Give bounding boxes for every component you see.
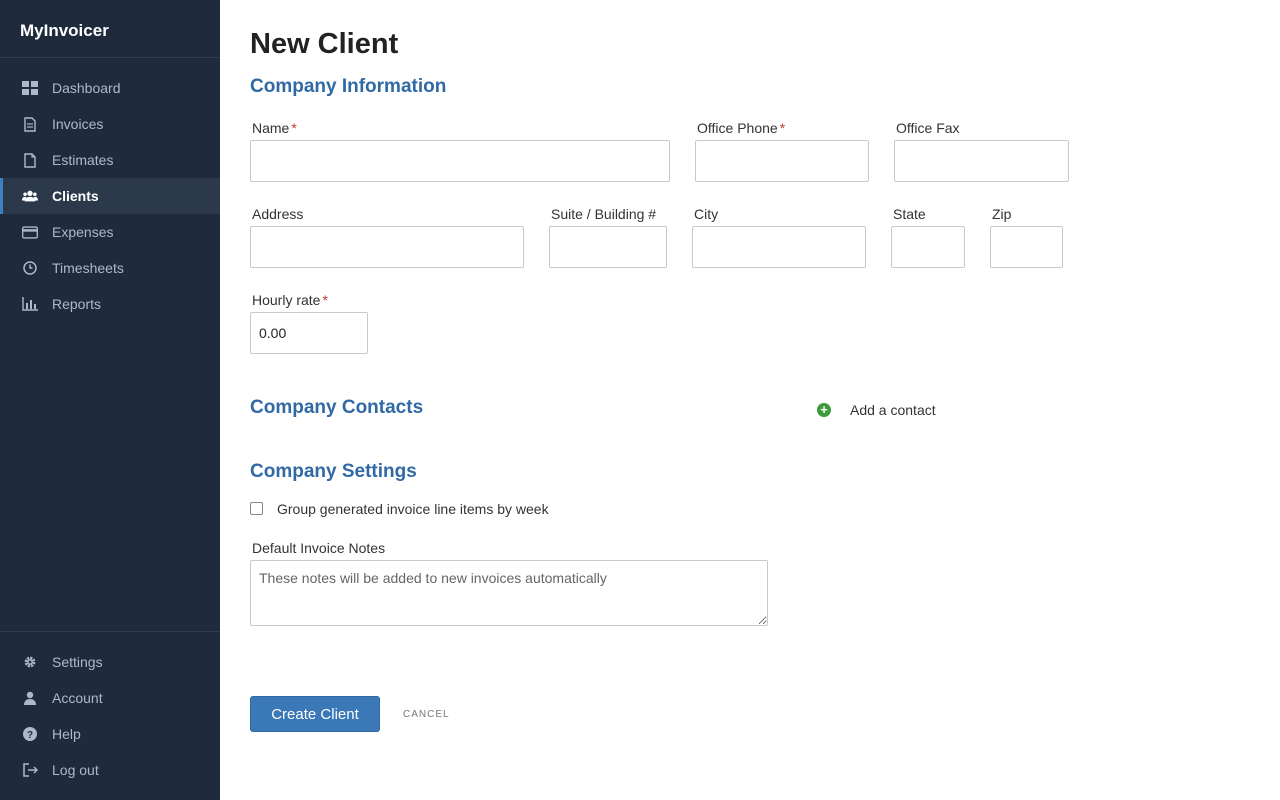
sidebar-item-invoices[interactable]: Invoices (0, 106, 220, 142)
bar-chart-icon (22, 297, 38, 311)
sidebar: MyInvoicer Dashboard Invoices Estimates … (0, 0, 220, 800)
city-label: City (694, 206, 719, 222)
logout-icon (22, 763, 38, 777)
section-title-company-information: Company Information (250, 76, 447, 97)
section-title-company-contacts: Company Contacts (250, 397, 424, 418)
state-field[interactable] (891, 226, 965, 268)
hourly-rate-label: Hourly rate * (252, 292, 328, 308)
sidebar-item-label: Settings (52, 654, 103, 670)
group-line-items-checkbox[interactable] (250, 502, 263, 515)
clock-icon (22, 261, 38, 275)
sidebar-item-label: Invoices (52, 116, 104, 132)
name-field[interactable] (250, 140, 670, 182)
sidebar-item-estimates[interactable]: Estimates (0, 142, 220, 178)
sidebar-item-clients[interactable]: Clients (0, 178, 220, 214)
address-label: Address (252, 206, 304, 222)
app-logo[interactable]: MyInvoicer (20, 21, 109, 41)
invoice-notes-field[interactable] (250, 560, 768, 626)
gear-icon (22, 655, 38, 669)
sidebar-divider (0, 57, 220, 58)
sidebar-item-label: Expenses (52, 224, 114, 240)
office-phone-label: Office Phone * (697, 120, 786, 136)
office-fax-field[interactable] (894, 140, 1069, 182)
sidebar-item-expenses[interactable]: Expenses (0, 214, 220, 250)
sidebar-item-reports[interactable]: Reports (0, 286, 220, 322)
invoice-icon (22, 116, 38, 132)
sidebar-item-dashboard[interactable]: Dashboard (0, 70, 220, 106)
credit-card-icon (22, 225, 38, 239)
user-icon (22, 691, 38, 705)
office-fax-label: Office Fax (896, 120, 960, 136)
zip-field[interactable] (990, 226, 1063, 268)
suite-field[interactable] (549, 226, 667, 268)
sidebar-item-help[interactable]: ? Help (0, 716, 220, 752)
add-circle-icon: + (817, 403, 831, 417)
group-line-items-label[interactable]: Group generated invoice line items by we… (277, 501, 549, 517)
add-contact-label: Add a contact (850, 402, 936, 418)
sidebar-divider (0, 631, 220, 632)
estimate-icon (22, 152, 38, 168)
required-marker: * (322, 292, 328, 308)
dashboard-icon (22, 81, 38, 95)
sidebar-item-label: Dashboard (52, 80, 121, 96)
section-title-company-settings: Company Settings (250, 461, 417, 482)
sidebar-item-label: Estimates (52, 152, 114, 168)
sidebar-item-label: Clients (52, 188, 99, 204)
help-icon: ? (22, 727, 38, 741)
city-field[interactable] (692, 226, 866, 268)
svg-text:?: ? (27, 730, 33, 741)
page-title: New Client (250, 28, 399, 60)
sidebar-item-logout[interactable]: Log out (0, 752, 220, 788)
invoice-notes-label: Default Invoice Notes (252, 540, 386, 556)
suite-label: Suite / Building # (551, 206, 657, 222)
sidebar-item-label: Reports (52, 296, 102, 312)
required-marker: * (291, 120, 297, 136)
sidebar-item-timesheets[interactable]: Timesheets (0, 250, 220, 286)
add-contact-button[interactable]: + Add a contact (817, 400, 936, 420)
office-phone-field[interactable] (695, 140, 869, 182)
sidebar-item-label: Timesheets (52, 260, 124, 276)
name-label: Name * (252, 120, 297, 136)
state-label: State (893, 206, 926, 222)
sidebar-item-label: Account (52, 690, 103, 706)
sidebar-item-account[interactable]: Account (0, 680, 220, 716)
address-field[interactable] (250, 226, 524, 268)
sidebar-item-settings[interactable]: Settings (0, 644, 220, 680)
sidebar-item-label: Log out (52, 762, 99, 778)
required-marker: * (779, 120, 786, 136)
cancel-button[interactable]: CANCEL (403, 709, 450, 720)
hourly-rate-field[interactable] (250, 312, 368, 354)
zip-label: Zip (992, 206, 1012, 222)
create-client-button[interactable]: Create Client (250, 696, 380, 732)
users-icon (22, 189, 38, 203)
sidebar-item-label: Help (52, 726, 81, 742)
